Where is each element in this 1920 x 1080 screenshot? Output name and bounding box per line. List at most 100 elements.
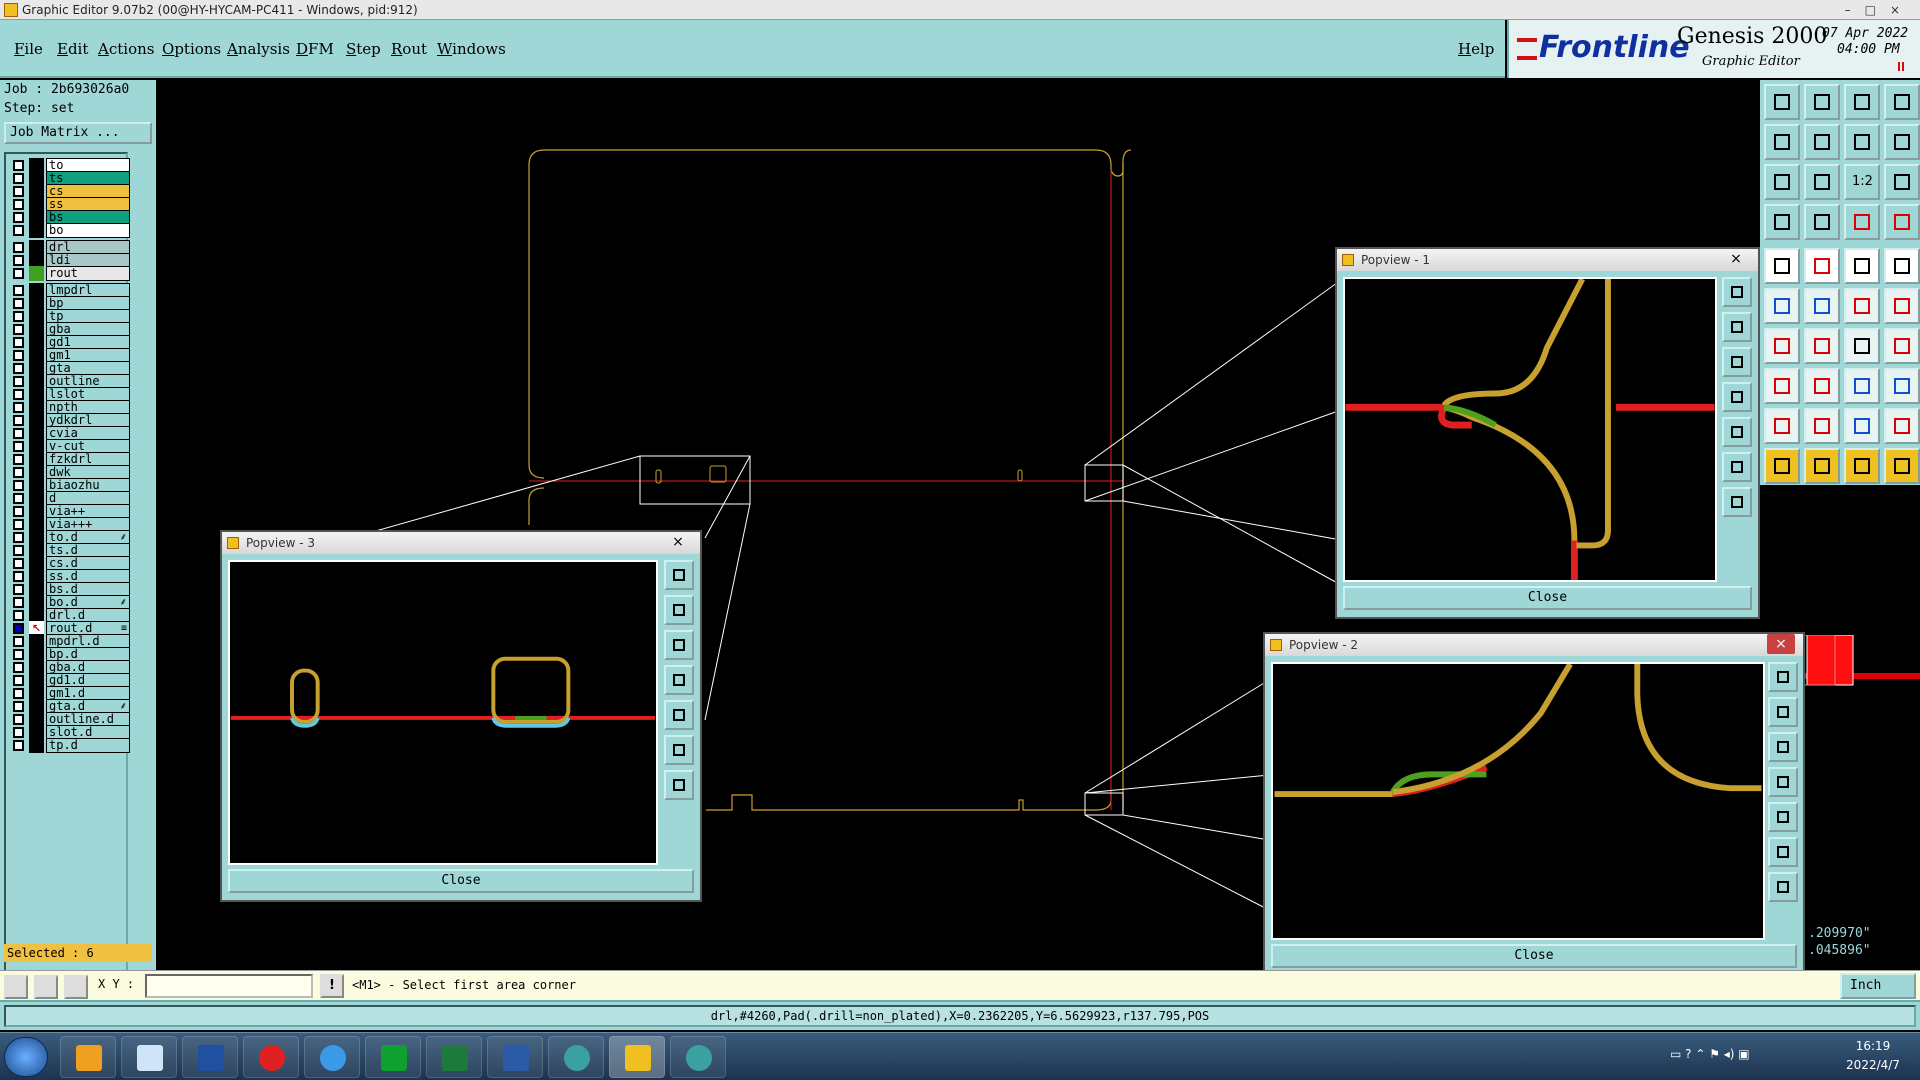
layer-checkbox[interactable] [13,324,24,335]
tool-button[interactable] [1764,124,1800,160]
popview-1-close-icon[interactable]: × [1722,249,1750,269]
tool-button[interactable] [1844,328,1880,364]
tool-button[interactable] [1844,288,1880,324]
layer-checkbox[interactable] [13,225,24,236]
menu-dfm[interactable]: DFM [296,40,334,58]
menu-analysis[interactable]: Analysis [227,40,290,58]
menu-rout[interactable]: Rout [391,40,427,58]
layer-checkbox[interactable] [13,519,24,530]
popview-tool-button[interactable] [1768,767,1798,797]
tool-button[interactable] [1764,204,1800,240]
taskbar-app[interactable] [670,1036,726,1078]
layer-checkbox[interactable] [13,571,24,582]
tool-button[interactable] [1764,328,1800,364]
tool-button[interactable] [1844,408,1880,444]
tool-button[interactable] [1764,368,1800,404]
popview-2-close-icon[interactable]: × [1767,634,1795,654]
popview-1-title-bar[interactable]: Popview - 1 [1337,249,1758,271]
popview-tool-button[interactable] [1722,312,1752,342]
popview-tool-button[interactable] [1722,487,1752,517]
popview-3-title-bar[interactable]: Popview - 3 [222,532,700,554]
layer-checkbox[interactable] [13,688,24,699]
layer-checkbox[interactable] [13,212,24,223]
popview-tool-button[interactable] [1768,802,1798,832]
close-window-button[interactable]: × [1890,3,1914,17]
taskbar-app[interactable] [487,1036,543,1078]
tool-button[interactable] [1804,448,1840,484]
popview-tool-button[interactable] [1768,837,1798,867]
minimize-button[interactable]: – [1845,3,1865,17]
layer-checkbox[interactable] [13,467,24,478]
tool-button[interactable] [1764,84,1800,120]
layer-checkbox[interactable] [13,415,24,426]
menu-options[interactable]: Options [162,40,221,58]
popview-1-view[interactable] [1343,277,1717,582]
popview-tool-button[interactable] [1768,732,1798,762]
menu-help[interactable]: Help [1458,40,1494,58]
popview-tool-button[interactable] [664,700,694,730]
popview-tool-button[interactable] [664,595,694,625]
popview-tool-button[interactable] [1768,697,1798,727]
taskbar-app[interactable] [548,1036,604,1078]
layer-checkbox[interactable] [13,285,24,296]
popview-2-close-button[interactable]: Close [1271,944,1797,968]
tool-button[interactable] [1804,248,1840,284]
tool-button[interactable] [1844,204,1880,240]
taskbar-app[interactable] [121,1036,177,1078]
layer-name[interactable]: rout [46,266,130,281]
tool-button[interactable] [1884,248,1920,284]
system-clock[interactable]: 16:19 2022/4/7 [1830,1037,1916,1075]
taskbar-app[interactable] [243,1036,299,1078]
popview-3-close-icon[interactable]: × [664,532,692,552]
menu-windows[interactable]: Windows [437,40,506,58]
tool-button[interactable] [1804,164,1840,200]
taskbar-app[interactable] [426,1036,482,1078]
layer-checkbox[interactable] [13,610,24,621]
layer-row-rout[interactable]: rout [10,266,130,281]
popview-tool-button[interactable] [1722,382,1752,412]
tool-button[interactable] [1884,164,1920,200]
layer-checkbox[interactable] [13,311,24,322]
popview-tool-button[interactable] [1768,662,1798,692]
layer-row-tp.d[interactable]: tp.d [10,738,130,753]
layer-checkbox[interactable] [13,701,24,712]
tool-button[interactable] [1884,368,1920,404]
taskbar-app[interactable] [182,1036,238,1078]
layer-checkbox[interactable] [13,389,24,400]
measure-mode-button[interactable] [34,975,58,999]
tool-button[interactable] [1884,84,1920,120]
layer-checkbox[interactable] [13,493,24,504]
layer-checkbox[interactable] [13,363,24,374]
tool-button[interactable] [1884,408,1920,444]
popview-tool-button[interactable] [664,735,694,765]
popview-tool-button[interactable] [1722,417,1752,447]
layer-checkbox[interactable] [13,173,24,184]
layer-checkbox[interactable] [13,268,24,279]
layer-checkbox[interactable] [13,506,24,517]
layer-checkbox[interactable] [13,597,24,608]
tool-button[interactable] [1844,124,1880,160]
layer-checkbox[interactable] [13,558,24,569]
menu-actions[interactable]: Actions [98,40,154,58]
layer-checkbox[interactable] [13,242,24,253]
layer-checkbox[interactable] [13,441,24,452]
tool-button[interactable] [1844,248,1880,284]
taskbar-app[interactable] [304,1036,360,1078]
popview-tool-button[interactable] [1722,347,1752,377]
tool-button[interactable] [1884,288,1920,324]
layer-checkbox[interactable] [13,740,24,751]
menu-file[interactable]: File [14,40,43,58]
popview-tool-button[interactable] [664,560,694,590]
taskbar-app-active[interactable] [609,1036,665,1078]
taskbar-app[interactable] [60,1036,116,1078]
tool-button[interactable] [1764,448,1800,484]
layer-affected-marker[interactable] [29,738,44,753]
layer-name[interactable]: tp.d [46,738,130,753]
layer-affected-marker[interactable] [29,266,44,281]
tool-button[interactable] [1804,288,1840,324]
tool-button[interactable] [1804,124,1840,160]
tool-button[interactable] [1884,124,1920,160]
start-button[interactable] [4,1037,48,1077]
popview-2-view[interactable] [1271,662,1765,940]
popview-2-title-bar[interactable]: Popview - 2 [1265,634,1803,656]
